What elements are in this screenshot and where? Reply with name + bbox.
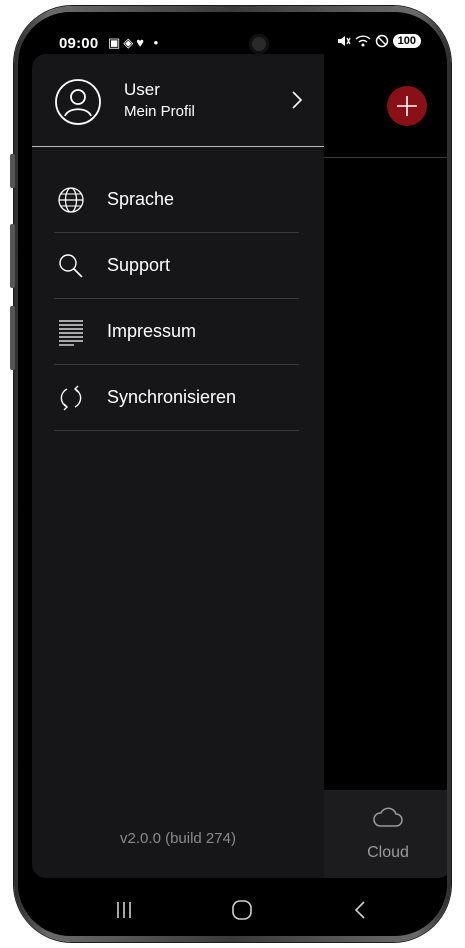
back-icon bbox=[354, 901, 365, 919]
tab-cloud[interactable]: Cloud bbox=[324, 790, 447, 878]
back-button[interactable] bbox=[340, 890, 380, 930]
system-navigation-bar bbox=[18, 882, 447, 936]
menu-item-synchronisieren[interactable]: Synchronisieren bbox=[54, 365, 299, 431]
profile-divider bbox=[32, 146, 324, 147]
system-icons: 100 bbox=[337, 34, 421, 48]
profile-row[interactable]: User Mein Profil bbox=[32, 54, 324, 146]
menu-item-impressum[interactable]: Impressum bbox=[54, 299, 299, 365]
cloud-icon bbox=[373, 807, 403, 827]
screen: Cloud 09:00 ▣◈♥ • 100 User Mein Profil S… bbox=[18, 12, 447, 936]
version-label: v2.0.0 (build 274) bbox=[120, 830, 236, 847]
header-divider bbox=[324, 157, 447, 158]
menu-item-label: Sprache bbox=[107, 189, 175, 209]
search-icon bbox=[59, 254, 83, 278]
recent-apps-button[interactable] bbox=[104, 890, 144, 930]
sync-icon bbox=[60, 385, 82, 411]
profile-subtitle: Mein Profil bbox=[124, 103, 195, 120]
profile-name: User bbox=[124, 80, 160, 99]
menu-item-support[interactable]: Support bbox=[54, 233, 299, 299]
chevron-right-icon bbox=[292, 91, 303, 109]
volume-down-button bbox=[10, 306, 15, 370]
menu-item-sprache[interactable]: Sprache bbox=[54, 167, 299, 233]
do-not-disturb-icon bbox=[375, 34, 388, 48]
wifi-icon bbox=[355, 35, 371, 47]
menu-item-label: Impressum bbox=[107, 321, 197, 341]
menu-item-label: Support bbox=[107, 255, 171, 275]
recent-apps-icon bbox=[117, 902, 131, 918]
globe-icon bbox=[58, 187, 84, 213]
plus-icon bbox=[397, 96, 417, 116]
home-icon bbox=[232, 900, 252, 920]
add-button[interactable] bbox=[387, 86, 427, 126]
front-camera bbox=[249, 34, 269, 54]
notification-icons: ▣◈♥ • bbox=[108, 35, 162, 50]
status-time: 09:00 bbox=[59, 35, 99, 52]
drawer-menu: Sprache Support Impressum Synchronisiere… bbox=[54, 167, 299, 431]
tab-cloud-label: Cloud bbox=[367, 844, 409, 861]
volume-up-button bbox=[10, 224, 15, 288]
user-avatar-icon bbox=[55, 79, 101, 125]
battery-indicator: 100 bbox=[392, 34, 421, 48]
side-button bbox=[10, 154, 15, 188]
home-button[interactable] bbox=[222, 890, 262, 930]
menu-item-label: Synchronisieren bbox=[107, 387, 237, 407]
navigation-drawer: User Mein Profil Sprache Support Impress… bbox=[32, 54, 324, 878]
document-lines-icon bbox=[59, 320, 83, 346]
mute-icon bbox=[337, 36, 351, 46]
